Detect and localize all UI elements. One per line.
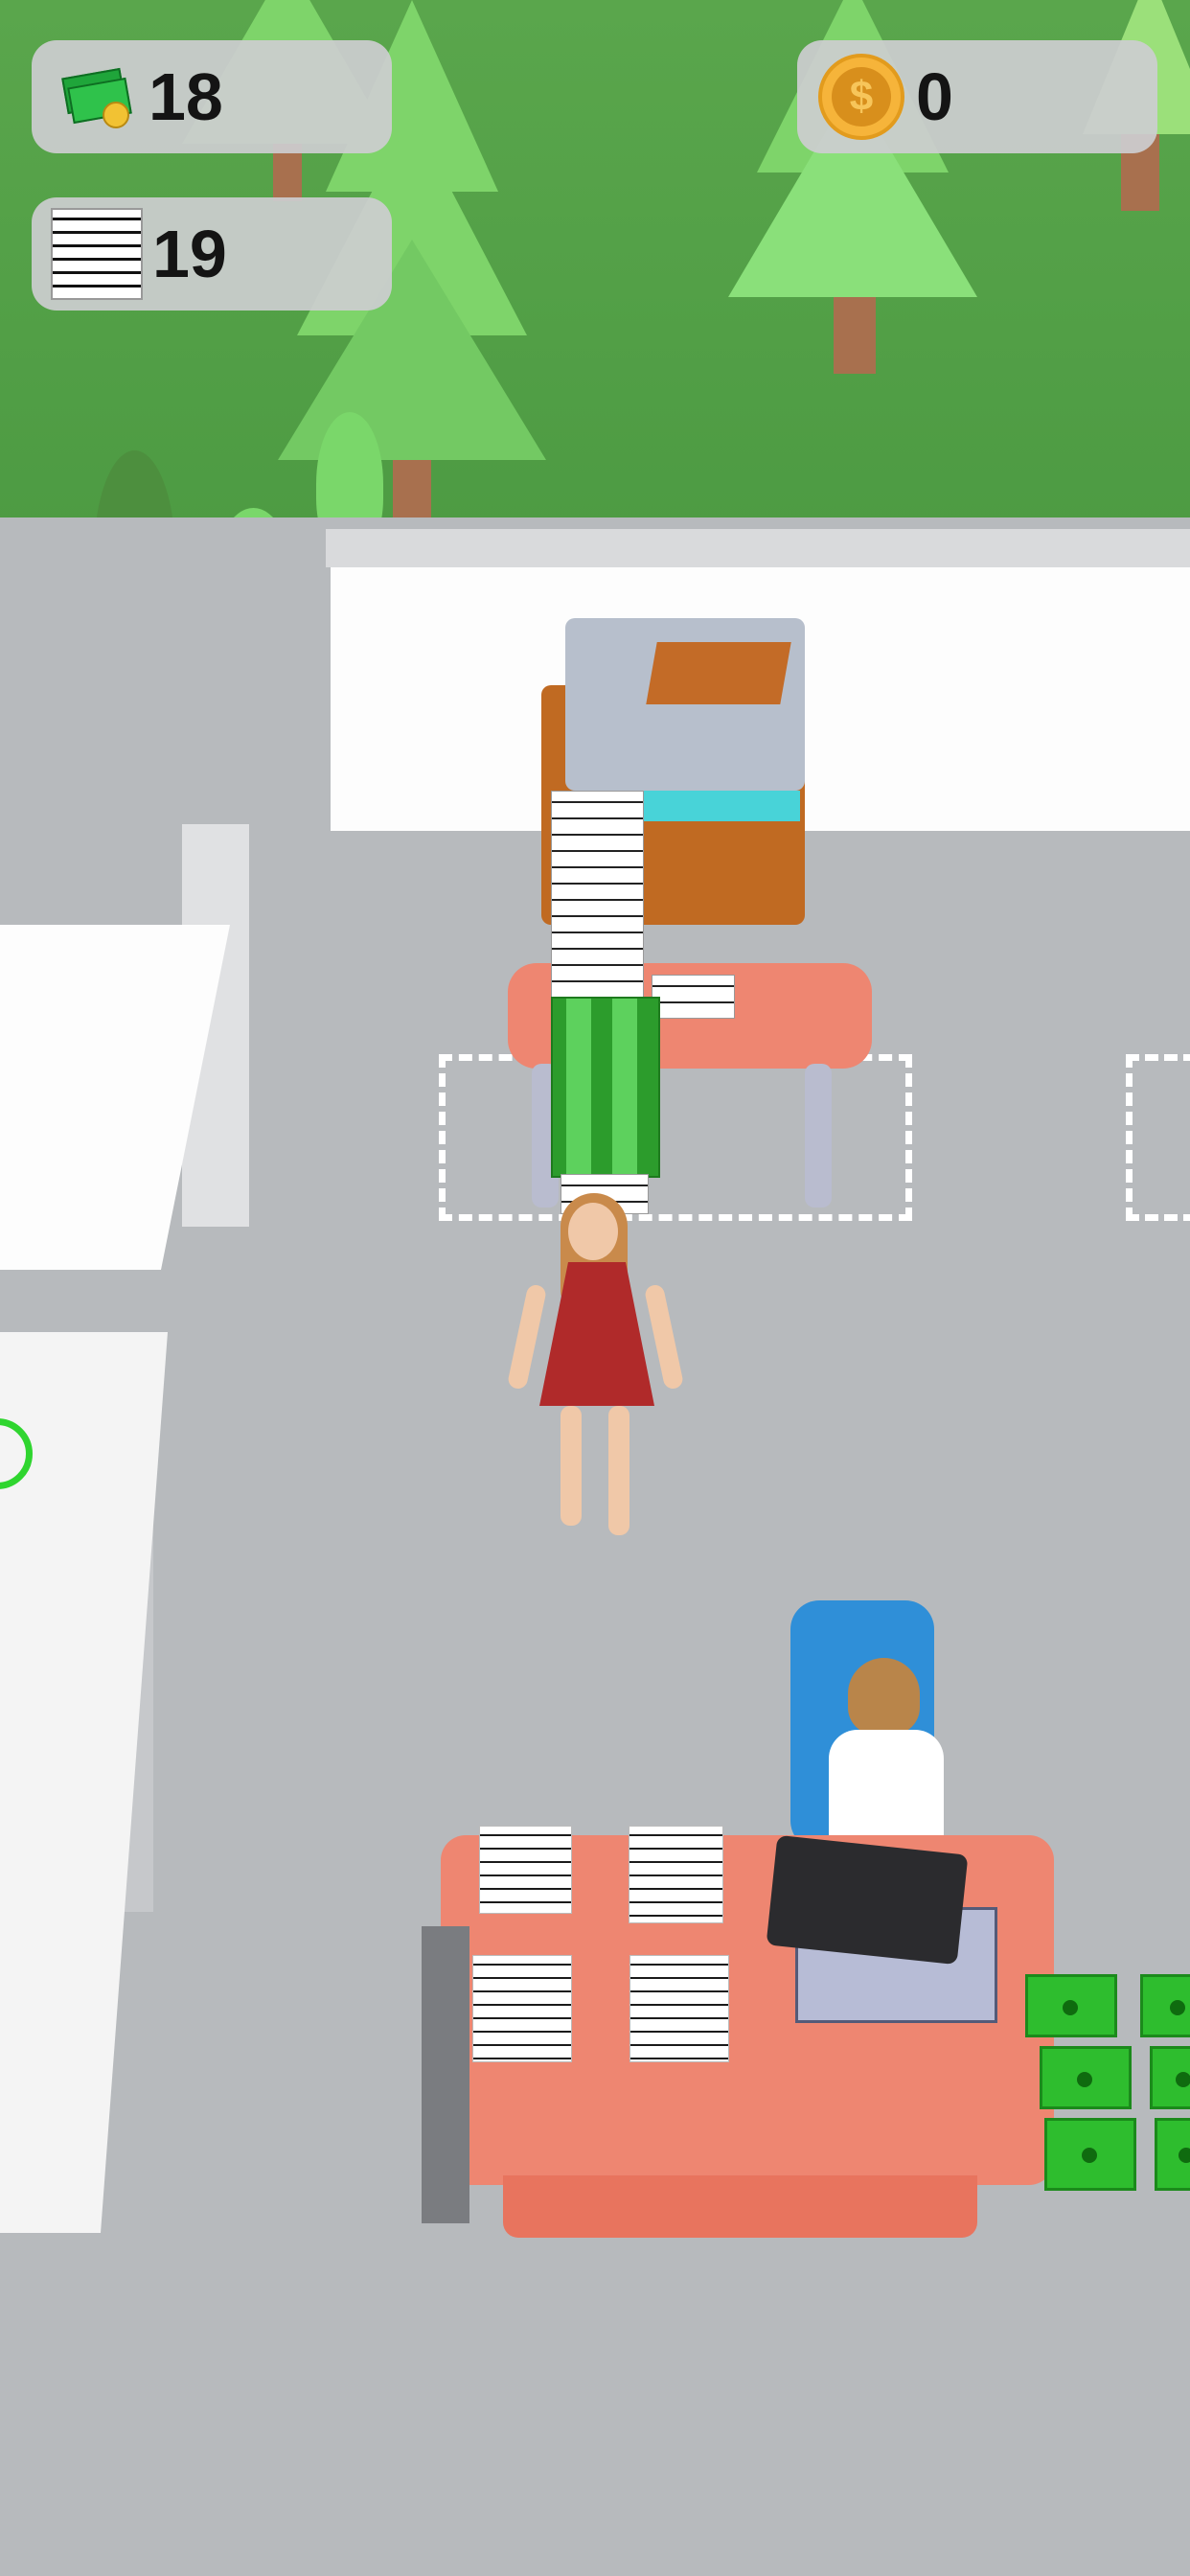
money-stack <box>551 997 660 1178</box>
paper-stack <box>551 791 644 1013</box>
desk-side-panel <box>422 1926 469 2223</box>
paper-counter: 19 <box>32 197 392 310</box>
player-leg <box>561 1406 582 1526</box>
office-wall <box>326 529 1190 567</box>
coin-counter: $ 0 <box>797 40 1157 153</box>
paper-pile <box>472 1955 572 2062</box>
cash-bills-icon <box>61 63 132 130</box>
money-counter: 18 <box>32 40 392 153</box>
cash-pile[interactable] <box>1140 1974 1190 2037</box>
coin-value: 0 <box>916 59 953 134</box>
desk-leg <box>805 1064 832 1208</box>
worker-desk-front <box>503 2175 977 2238</box>
money-value: 18 <box>149 59 223 134</box>
computer-monitor <box>766 1834 969 1966</box>
dollar-coin-icon: $ <box>818 54 904 140</box>
cash-pile[interactable] <box>1155 2118 1190 2191</box>
player-dress <box>539 1262 654 1406</box>
game-scene[interactable]: 18 19 $ 0 <box>0 0 1190 2576</box>
cash-pile[interactable] <box>1150 2046 1190 2109</box>
paper-pile <box>629 1826 723 1923</box>
player-head <box>568 1203 618 1260</box>
player-leg <box>608 1406 629 1535</box>
copier-tray <box>646 642 791 704</box>
paper-pile <box>629 1955 729 2062</box>
paper-value: 19 <box>152 217 227 291</box>
player-arm <box>506 1283 548 1391</box>
drop-zone <box>439 1054 912 1221</box>
player-character[interactable] <box>506 1193 685 1538</box>
cash-pile[interactable] <box>1040 2046 1132 2109</box>
cash-pile[interactable] <box>1025 1974 1117 2037</box>
paper-stack <box>652 975 735 1019</box>
paper-pile <box>479 1826 572 1914</box>
drop-zone <box>1126 1054 1190 1221</box>
paper-stack-icon <box>51 208 143 300</box>
cash-pile[interactable] <box>1044 2118 1136 2191</box>
